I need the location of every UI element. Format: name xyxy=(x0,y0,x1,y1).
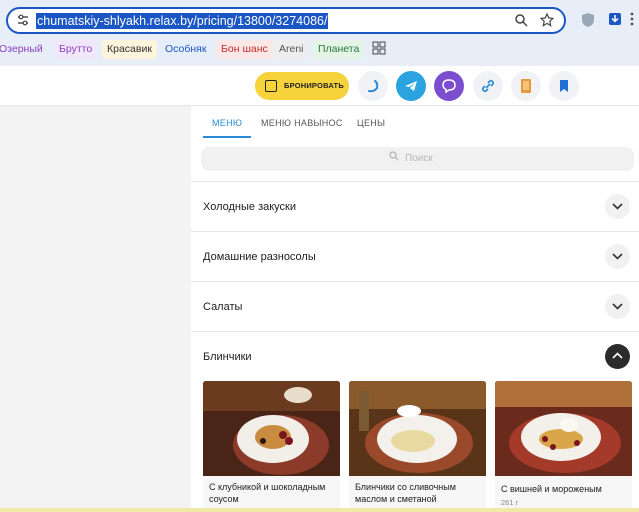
download-icon[interactable] xyxy=(606,12,624,30)
active-tab-indicator xyxy=(203,136,251,138)
search-icon xyxy=(389,147,399,171)
section-title: Холодные закуски xyxy=(203,201,297,213)
bookmark-bon-shans[interactable]: Бон шанс xyxy=(216,40,273,59)
page-content: БРОНИРОВАТЬ МЕНЮ МЕНЮ НАВЫНОС ЦЕНЫ Поиск… xyxy=(0,66,639,512)
zoom-icon[interactable] xyxy=(514,13,528,31)
gift-certificate-button[interactable] xyxy=(511,71,541,101)
bookmark-icon xyxy=(560,80,568,92)
bookmark-osobnyak[interactable]: Особняк xyxy=(160,40,212,59)
browser-toolbar: chumatskiy-shlyakh.relax.by/pricing/1380… xyxy=(0,0,639,66)
dish-info: С клубникой и шоколадным соусом xyxy=(203,476,340,512)
menu-tabs: МЕНЮ МЕНЮ НАВЫНОС ЦЕНЫ xyxy=(191,106,639,138)
tab-menu[interactable]: МЕНЮ xyxy=(212,118,242,128)
tab-prices[interactable]: ЦЕНЫ xyxy=(357,118,385,128)
section-pickles[interactable]: Домашние разносолы xyxy=(191,231,639,280)
dish-weight: 261 г xyxy=(501,498,519,507)
section-title: Домашние разносолы xyxy=(203,251,316,263)
section-title: Салаты xyxy=(203,301,243,313)
phone-icon xyxy=(368,80,379,93)
bookmark-krasavik[interactable]: Красавик xyxy=(102,40,157,59)
bookmark-areni[interactable]: Areni xyxy=(274,40,309,59)
dish-info: С вишней и мороженым 261 г xyxy=(495,476,632,512)
telegram-icon xyxy=(405,81,417,91)
chevron-down-icon[interactable] xyxy=(605,294,630,319)
phone-button[interactable] xyxy=(358,71,388,101)
dish-name: Блинчики со сливочным маслом и сметаной xyxy=(355,482,456,504)
section-cold-appetizers[interactable]: Холодные закуски xyxy=(191,181,639,230)
bookmark-planeta[interactable]: Планета xyxy=(313,40,365,59)
section-title: Блинчики xyxy=(203,351,252,363)
telegram-button[interactable] xyxy=(396,71,426,101)
chevron-down-icon[interactable] xyxy=(605,194,630,219)
url-text[interactable]: chumatskiy-shlyakh.relax.by/pricing/1380… xyxy=(36,13,329,29)
dish-card[interactable]: С клубникой и шоколадным соусом xyxy=(203,381,340,512)
section-salads[interactable]: Салаты xyxy=(191,281,639,330)
dish-name: С вишней и мороженым xyxy=(501,484,602,494)
apps-grid-icon[interactable] xyxy=(370,41,388,59)
bottom-strip xyxy=(0,508,639,512)
bookmark-button[interactable] xyxy=(549,71,579,101)
bookmark-ozerny[interactable]: Озерный xyxy=(0,40,48,59)
link-icon xyxy=(481,79,495,93)
dish-photo xyxy=(349,381,486,476)
calendar-check-icon xyxy=(265,80,277,92)
dish-card[interactable]: С вишней и мороженым 261 г xyxy=(495,381,632,512)
dish-info: Блинчики со сливочным маслом и сметаной xyxy=(349,476,486,512)
dish-photo xyxy=(203,381,340,476)
gift-card-icon xyxy=(521,79,531,93)
chevron-down-icon[interactable] xyxy=(605,244,630,269)
section-pancakes[interactable]: Блинчики xyxy=(191,331,639,380)
book-button[interactable]: БРОНИРОВАТЬ xyxy=(255,72,349,100)
chevron-up-icon[interactable] xyxy=(605,344,630,369)
left-pane xyxy=(0,106,191,512)
shield-extension-icon[interactable] xyxy=(579,12,597,30)
viber-button[interactable] xyxy=(434,71,464,101)
bookmark-star-icon[interactable] xyxy=(539,12,555,31)
dish-card[interactable]: Блинчики со сливочным маслом и сметаной xyxy=(349,381,486,512)
viber-icon xyxy=(442,79,456,94)
link-button[interactable] xyxy=(473,71,503,101)
site-settings-icon[interactable] xyxy=(16,13,30,31)
bookmark-brutto[interactable]: Брутто xyxy=(54,40,98,59)
search-placeholder: Поиск xyxy=(405,153,433,164)
search-input[interactable]: Поиск xyxy=(201,147,634,171)
dish-name: С клубникой и шоколадным соусом xyxy=(209,482,326,504)
tab-takeaway[interactable]: МЕНЮ НАВЫНОС xyxy=(261,118,343,128)
menu-icon[interactable] xyxy=(627,12,637,30)
dish-photo xyxy=(495,381,632,476)
address-bar[interactable]: chumatskiy-shlyakh.relax.by/pricing/1380… xyxy=(6,7,566,34)
